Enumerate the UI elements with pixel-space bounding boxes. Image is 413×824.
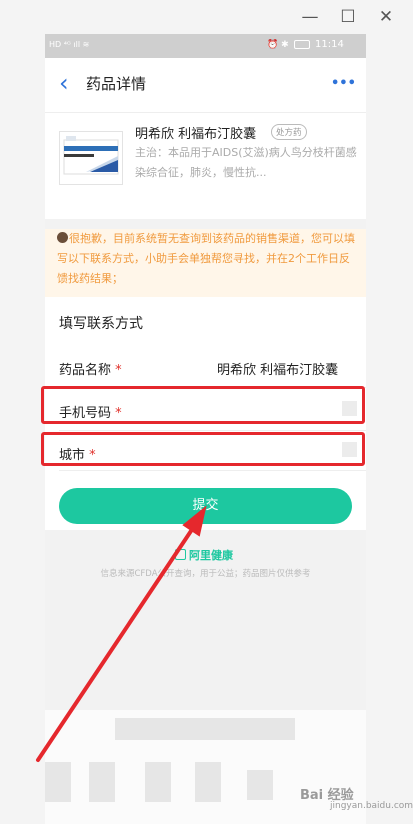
drug-image: [59, 131, 123, 185]
rx-badge: 处方药: [271, 124, 307, 140]
phone-screen: HD ⁴ᴳ ıll ≋ ⏰ ✱ 11:14 ‹ 药品详情 ••• 明希欣 利福布…: [45, 34, 366, 824]
footer: 阿里健康 信息来源CFDA公开查询，用于公益；药品图片仅供参考: [45, 530, 366, 710]
status-bar: HD ⁴ᴳ ıll ≋ ⏰ ✱ 11:14: [45, 34, 366, 58]
drug-card[interactable]: 明希欣 利福布汀胶囊 处方药 主治：本品用于AIDS(艾滋)病人鸟分枝杆菌感染综…: [45, 113, 366, 219]
drug-description: 主治：本品用于AIDS(艾滋)病人鸟分枝杆菌感染综合征，肺炎，慢性抗...: [135, 146, 357, 179]
alihealth-logo-icon: [175, 549, 186, 560]
blurred-content: [115, 718, 295, 740]
required-mark: *: [115, 363, 122, 378]
page-title: 药品详情: [86, 75, 147, 93]
window-titlebar: — ☐ ✕: [0, 0, 413, 34]
divider: [59, 470, 366, 471]
signal-icon: HD ⁴ᴳ ıll ≋: [49, 40, 90, 49]
battery-icon: [294, 40, 310, 49]
divider: [45, 219, 366, 229]
drug-name-label: 药品名称: [59, 363, 112, 378]
alarm-bluetooth-icon: ⏰ ✱: [267, 40, 289, 50]
close-icon[interactable]: ✕: [376, 7, 396, 27]
nav-bar: ‹ 药品详情 •••: [45, 58, 366, 113]
drug-name-value: 明希欣 利福布汀胶囊: [217, 363, 339, 378]
minimize-icon[interactable]: —: [300, 7, 320, 27]
submit-button[interactable]: 提交: [59, 488, 352, 524]
notice-banner: 很抱歉，目前系统暂无查询到该药品的销售渠道，您可以填写以下联系方式，小助手会单独…: [45, 229, 366, 297]
assistant-avatar-icon: [57, 232, 68, 243]
divider: [59, 430, 366, 431]
blurred-content: [145, 762, 171, 802]
highlight-city-field: [41, 432, 365, 466]
highlight-phone-field: [41, 386, 365, 424]
blurred-content: [45, 762, 71, 802]
drug-name: 明希欣 利福布汀胶囊: [135, 127, 257, 142]
status-time: 11:14: [315, 39, 344, 50]
blurred-content: [247, 770, 273, 800]
footer-note: 信息来源CFDA公开查询，用于公益；药品图片仅供参考: [100, 569, 311, 579]
blurred-content: [89, 762, 115, 802]
bottom-area: [45, 710, 366, 824]
blurred-content: [195, 762, 221, 802]
notice-text: 很抱歉，目前系统暂无查询到该药品的销售渠道，您可以填写以下联系方式，小助手会单独…: [57, 232, 355, 285]
watermark-url: jingyan.baidu.com: [330, 801, 413, 811]
maximize-icon[interactable]: ☐: [338, 7, 358, 27]
footer-brand: 阿里健康: [189, 549, 233, 562]
back-arrow-icon[interactable]: ‹: [59, 70, 69, 96]
form-title: 填写联系方式: [59, 316, 143, 332]
more-dots-icon[interactable]: •••: [331, 76, 356, 91]
